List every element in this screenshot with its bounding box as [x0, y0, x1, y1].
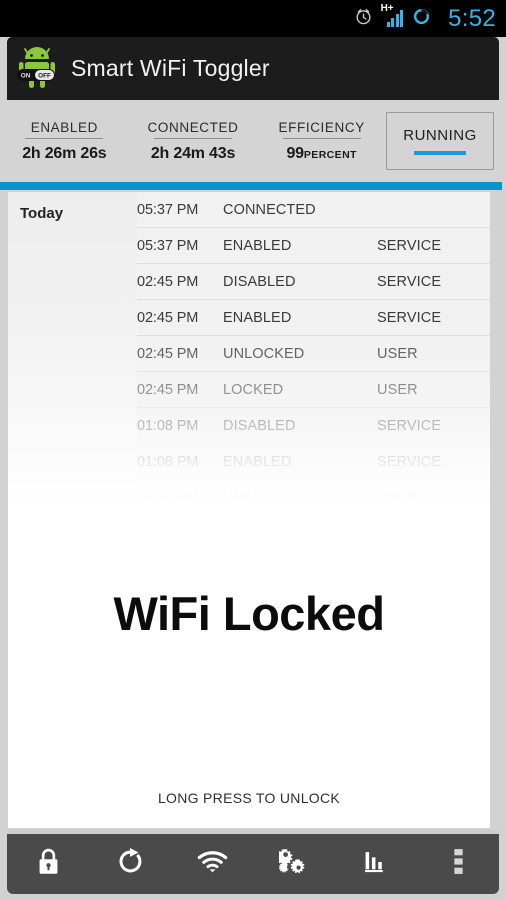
- row-time: 01:08 PM: [137, 489, 199, 506]
- overflow-menu-icon: [453, 847, 463, 881]
- stat-value: 2h 26m 26s: [22, 144, 107, 162]
- row-event: ENABLED: [223, 309, 292, 326]
- stat-rule: [154, 137, 232, 139]
- row-source: SERVICE: [377, 417, 442, 434]
- row-event: UNLOCKED: [223, 345, 305, 362]
- page-title: Smart WiFi Toggler: [71, 55, 270, 81]
- svg-text:ON: ON: [21, 72, 31, 79]
- overflow-menu-button[interactable]: [417, 834, 499, 894]
- stat-label: EFFICIENCY: [278, 119, 365, 135]
- service-status-label: RUNNING: [403, 127, 477, 144]
- android-onoff-icon: ON OFF: [15, 46, 59, 92]
- wifi-icon: [197, 850, 228, 879]
- stat-label: CONNECTED: [147, 119, 239, 135]
- table-row[interactable]: 01:08 PM ENABLED SERVICE: [137, 444, 490, 480]
- lock-icon: [35, 847, 62, 881]
- service-status-indicator: [414, 151, 467, 155]
- lock-button[interactable]: [7, 834, 89, 894]
- lock-status-title: WiFi Locked: [113, 587, 385, 640]
- row-source: SERVICE: [377, 273, 442, 290]
- stat-enabled: ENABLED 2h 26m 26s: [0, 120, 129, 163]
- row-source: SERVICE: [377, 237, 442, 254]
- row-event: CONNECTED: [223, 201, 316, 218]
- row-source: USER: [377, 381, 418, 398]
- bottom-toolbar: [7, 834, 499, 894]
- row-time: 01:08 PM: [137, 453, 199, 470]
- row-time: 02:45 PM: [137, 381, 199, 398]
- stat-efficiency: EFFICIENCY 99PERCENT: [257, 120, 386, 163]
- accent-divider: [0, 182, 502, 190]
- table-row[interactable]: 02:45 PM LOCKED USER: [137, 372, 490, 408]
- table-row[interactable]: 02:45 PM DISABLED SERVICE: [137, 264, 490, 300]
- signal-bars-icon: H+: [381, 4, 404, 27]
- row-source: USER: [377, 489, 418, 506]
- row-event: ENABLED: [223, 453, 292, 470]
- lock-unlock-hint: LONG PRESS TO UNLOCK: [157, 790, 341, 806]
- settings-button[interactable]: [253, 834, 335, 894]
- row-event: LOCKED: [223, 381, 284, 398]
- row-event: DISABLED: [223, 273, 296, 290]
- statistics-button[interactable]: [335, 834, 417, 894]
- event-log-list[interactable]: 05:37 PM CONNECTED 05:37 PM ENABLED SERV…: [8, 192, 490, 516]
- status-bar: H+ 5:52: [0, 0, 506, 37]
- table-row[interactable]: 02:45 PM ENABLED SERVICE: [137, 300, 490, 336]
- network-type-label: H+: [380, 3, 394, 14]
- row-event: ENABLED: [223, 237, 292, 254]
- status-bar-clock: 5:52: [448, 4, 496, 32]
- row-time: 05:37 PM: [137, 201, 199, 218]
- service-status-button[interactable]: RUNNING: [386, 112, 495, 170]
- stat-label: ENABLED: [30, 119, 98, 135]
- app-root: H+ 5:52 ON OFF Smart WiFi Toggler ENABLE…: [0, 0, 506, 900]
- gears-icon: [276, 848, 309, 881]
- stat-value: 99PERCENT: [286, 145, 356, 163]
- svg-text:OFF: OFF: [38, 72, 51, 79]
- table-row[interactable]: 05:37 PM CONNECTED: [137, 192, 490, 228]
- row-event: DISABLED: [223, 417, 296, 434]
- row-time: 01:08 PM: [137, 417, 199, 434]
- table-row[interactable]: 01:08 PM UNLOCKED USER: [137, 480, 490, 516]
- row-source: SERVICE: [377, 453, 442, 470]
- bar-chart-icon: [363, 848, 390, 880]
- row-time: 02:45 PM: [137, 345, 199, 362]
- stat-unit: PERCENT: [303, 148, 357, 161]
- wifi-button[interactable]: [171, 834, 253, 894]
- event-log-panel[interactable]: Today 05:37 PM CONNECTED 05:37 PM ENABLE…: [8, 192, 490, 532]
- refresh-button[interactable]: [89, 834, 171, 894]
- stats-bar: ENABLED 2h 26m 26s CONNECTED 2h 24m 43s …: [0, 100, 506, 182]
- lock-screen-area[interactable]: WiFi Locked LONG PRESS TO UNLOCK: [8, 532, 490, 828]
- stat-connected: CONNECTED 2h 24m 43s: [129, 120, 258, 163]
- table-row[interactable]: 02:45 PM UNLOCKED USER: [137, 336, 490, 372]
- sync-circle-icon: [412, 7, 431, 31]
- row-event: UNLOCKED: [223, 489, 305, 506]
- refresh-icon: [116, 847, 145, 881]
- alarm-clock-icon: [354, 7, 373, 31]
- table-row[interactable]: 01:08 PM DISABLED SERVICE: [137, 408, 490, 444]
- table-row[interactable]: 05:37 PM ENABLED SERVICE: [137, 228, 490, 264]
- row-source: SERVICE: [377, 309, 442, 326]
- stat-value: 2h 24m 43s: [150, 144, 236, 162]
- row-time: 02:45 PM: [137, 309, 199, 326]
- row-time: 05:37 PM: [137, 237, 199, 254]
- row-time: 02:45 PM: [137, 273, 199, 290]
- row-source: USER: [377, 345, 418, 362]
- stat-rule: [25, 137, 104, 139]
- stat-number: 99: [286, 144, 304, 162]
- action-bar: ON OFF Smart WiFi Toggler: [7, 37, 499, 100]
- stat-rule: [282, 137, 361, 139]
- status-bar-icons: H+ 5:52: [354, 4, 496, 32]
